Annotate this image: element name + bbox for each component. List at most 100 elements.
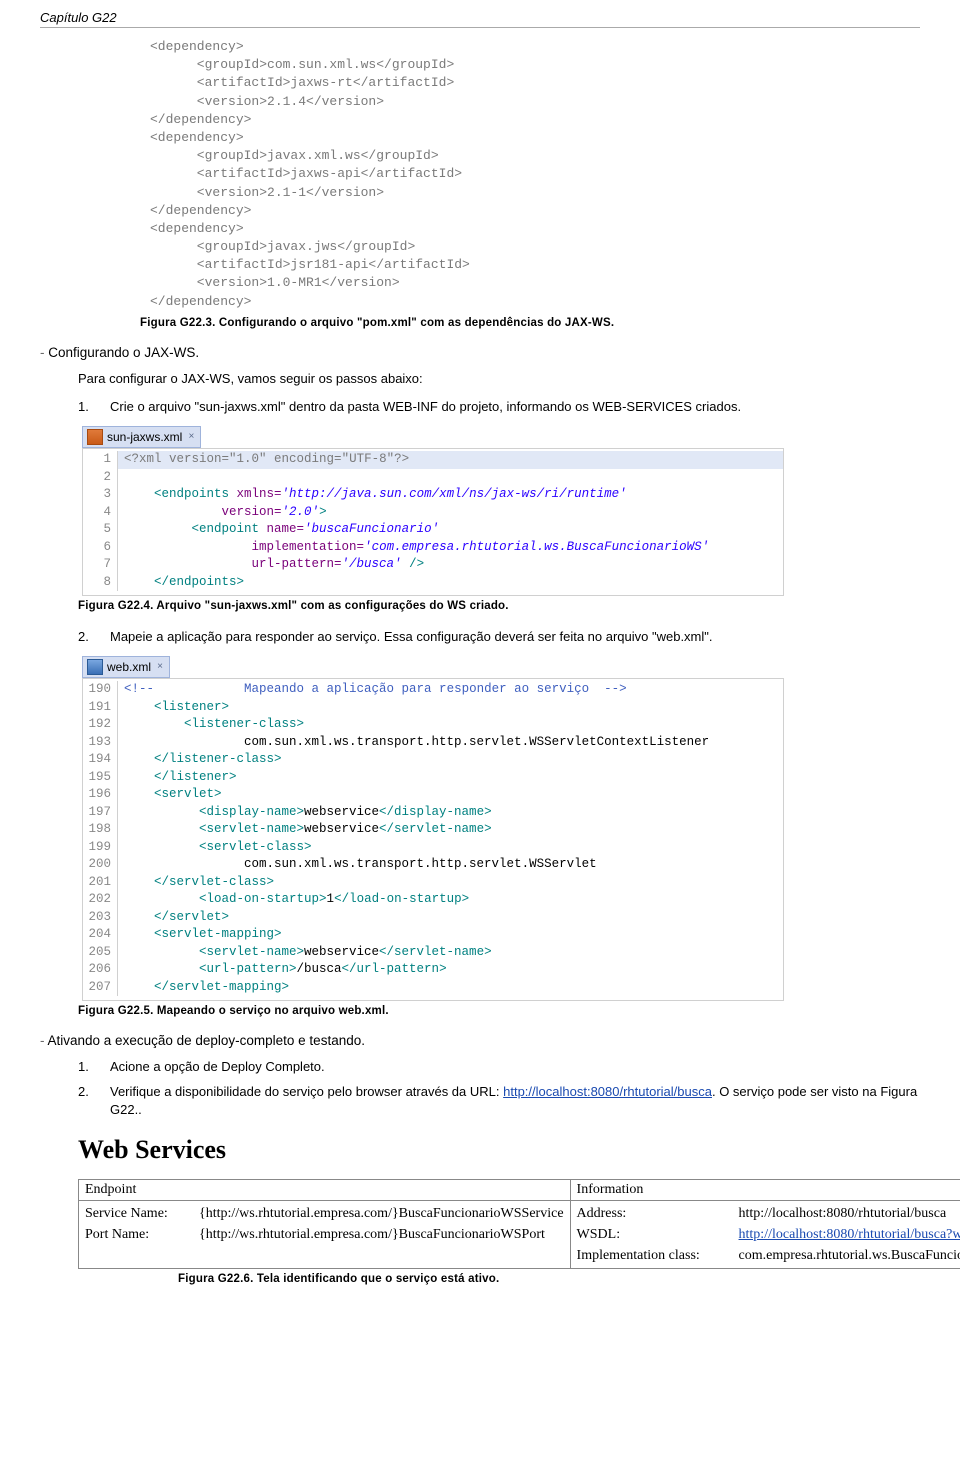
line-code: version='2.0'> bbox=[118, 504, 327, 522]
list-item-1: 1. Crie o arquivo "sun-jaxws.xml" dentro… bbox=[40, 398, 920, 416]
editor-tab[interactable]: web.xml × bbox=[82, 656, 170, 678]
line-number: 200 bbox=[83, 856, 118, 874]
editor-line: 4 version='2.0'> bbox=[83, 504, 783, 522]
section-title-text: Configurando o JAX-WS. bbox=[48, 345, 199, 360]
figure-caption-g22-5: Figura G22.5. Mapeando o serviço no arqu… bbox=[40, 1005, 920, 1017]
port-name-value: {http://ws.rhtutorial.empresa.com/}Busca… bbox=[199, 1224, 545, 1245]
list-item-2: 2. Mapeie a aplicação para responder ao … bbox=[40, 628, 920, 646]
editor-line: 199 <servlet-class> bbox=[83, 839, 783, 857]
line-code bbox=[118, 469, 124, 487]
section-title-text: Ativando a execução de deploy-completo e… bbox=[48, 1033, 365, 1048]
close-icon[interactable]: × bbox=[155, 662, 165, 672]
item4-before: Verifique a disponibilidade do serviço p… bbox=[110, 1084, 503, 1099]
list-text: Verifique a disponibilidade do serviço p… bbox=[110, 1083, 920, 1119]
list-number: 1. bbox=[78, 1058, 100, 1076]
list-text: Crie o arquivo "sun-jaxws.xml" dentro da… bbox=[110, 398, 741, 416]
line-number: 191 bbox=[83, 699, 118, 717]
editor-line: 205 <servlet-name>webservice</servlet-na… bbox=[83, 944, 783, 962]
line-number: 190 bbox=[83, 681, 118, 699]
web-services-table: Endpoint Information Service Name:{http:… bbox=[78, 1179, 960, 1269]
list-number: 2. bbox=[78, 628, 100, 646]
section-configurando-jaxws: - Configurando o JAX-WS. bbox=[40, 345, 920, 360]
editor-line: 204 <servlet-mapping> bbox=[83, 926, 783, 944]
editor-line: 193 com.sun.xml.ws.transport.http.servle… bbox=[83, 734, 783, 752]
line-number: 1 bbox=[83, 451, 118, 469]
line-number: 195 bbox=[83, 769, 118, 787]
editor-line: 200 com.sun.xml.ws.transport.http.servle… bbox=[83, 856, 783, 874]
line-number: 6 bbox=[83, 539, 118, 557]
chapter-header: Capítulo G22 bbox=[40, 0, 920, 28]
line-number: 8 bbox=[83, 574, 118, 592]
line-code: <servlet> bbox=[118, 786, 222, 804]
editor-line: 192 <listener-class> bbox=[83, 716, 783, 734]
line-number: 193 bbox=[83, 734, 118, 752]
line-code: </endpoints> bbox=[118, 574, 244, 592]
line-code: </servlet-class> bbox=[118, 874, 274, 892]
line-number: 194 bbox=[83, 751, 118, 769]
editor-line: 7 url-pattern='/busca' /> bbox=[83, 556, 783, 574]
editor-tab[interactable]: sun-jaxws.xml × bbox=[82, 426, 201, 448]
line-number: 3 bbox=[83, 486, 118, 504]
editor-web-xml: web.xml × 190<!-- Mapeando a aplicação p… bbox=[78, 656, 920, 1001]
impl-class-value: com.empresa.rhtutorial.ws.BuscaFuncionar… bbox=[739, 1245, 960, 1266]
editor-line: 195 </listener> bbox=[83, 769, 783, 787]
editor-line: 6 implementation='com.empresa.rhtutorial… bbox=[83, 539, 783, 557]
service-name-value: {http://ws.rhtutorial.empresa.com/}Busca… bbox=[199, 1203, 564, 1224]
line-code: </servlet-mapping> bbox=[118, 979, 289, 997]
line-code: <servlet-mapping> bbox=[118, 926, 282, 944]
line-code: <?xml version="1.0" encoding="UTF-8"?> bbox=[118, 451, 409, 469]
line-number: 203 bbox=[83, 909, 118, 927]
list-number: 1. bbox=[78, 398, 100, 416]
line-number: 201 bbox=[83, 874, 118, 892]
line-code: <endpoint name='buscaFuncionario' bbox=[118, 521, 439, 539]
line-number: 2 bbox=[83, 469, 118, 487]
line-number: 196 bbox=[83, 786, 118, 804]
line-number: 197 bbox=[83, 804, 118, 822]
editor-sun-jaxws: sun-jaxws.xml × 1<?xml version="1.0" enc… bbox=[78, 426, 920, 596]
editor-line: 194 </listener-class> bbox=[83, 751, 783, 769]
web-services-heading: Web Services bbox=[40, 1135, 920, 1165]
list-item-3: 1. Acione a opção de Deploy Completo. bbox=[40, 1058, 920, 1076]
service-url-link[interactable]: http://localhost:8080/rhtutorial/busca bbox=[503, 1084, 712, 1099]
list-text: Acione a opção de Deploy Completo. bbox=[110, 1058, 325, 1076]
line-code: <listener> bbox=[118, 699, 229, 717]
xml-file-icon bbox=[87, 429, 103, 445]
list-text: Mapeie a aplicação para responder ao ser… bbox=[110, 628, 713, 646]
editor-line: 206 <url-pattern>/busca</url-pattern> bbox=[83, 961, 783, 979]
editor-line: 190<!-- Mapeando a aplicação para respon… bbox=[83, 681, 783, 699]
editor-line: 3 <endpoints xmlns='http://java.sun.com/… bbox=[83, 486, 783, 504]
line-number: 5 bbox=[83, 521, 118, 539]
port-name-label: Port Name: bbox=[85, 1224, 175, 1245]
address-value: http://localhost:8080/rhtutorial/busca bbox=[739, 1203, 947, 1224]
line-number: 202 bbox=[83, 891, 118, 909]
line-number: 205 bbox=[83, 944, 118, 962]
close-icon[interactable]: × bbox=[186, 432, 196, 442]
editor-line: 202 <load-on-startup>1</load-on-startup> bbox=[83, 891, 783, 909]
line-number: 207 bbox=[83, 979, 118, 997]
line-code: </servlet> bbox=[118, 909, 229, 927]
line-code: <!-- Mapeando a aplicação para responder… bbox=[118, 681, 627, 699]
figure-caption-g22-6: Figura G22.6. Tela identificando que o s… bbox=[78, 1273, 920, 1285]
editor-line: 2 bbox=[83, 469, 783, 487]
line-code: <load-on-startup>1</load-on-startup> bbox=[118, 891, 469, 909]
figure-caption-g22-3: Figura G22.3. Configurando o arquivo "po… bbox=[40, 317, 920, 329]
line-code: </listener> bbox=[118, 769, 237, 787]
line-number: 204 bbox=[83, 926, 118, 944]
paragraph: Para configurar o JAX-WS, vamos seguir o… bbox=[40, 370, 920, 388]
editor-line: 196 <servlet> bbox=[83, 786, 783, 804]
line-number: 206 bbox=[83, 961, 118, 979]
wsdl-link[interactable]: http://localhost:8080/rhtutorial/busca?w… bbox=[739, 1224, 960, 1245]
line-code: <servlet-class> bbox=[118, 839, 312, 857]
line-code: <url-pattern>/busca</url-pattern> bbox=[118, 961, 447, 979]
impl-class-label: Implementation class: bbox=[577, 1245, 715, 1266]
editor-line: 1<?xml version="1.0" encoding="UTF-8"?> bbox=[83, 451, 783, 469]
service-name-label: Service Name: bbox=[85, 1203, 175, 1224]
editor-line: 207 </servlet-mapping> bbox=[83, 979, 783, 997]
dash-lead: - bbox=[40, 345, 48, 360]
line-code: implementation='com.empresa.rhtutorial.w… bbox=[118, 539, 709, 557]
editor-tab-label: web.xml bbox=[107, 660, 151, 674]
line-code: com.sun.xml.ws.transport.http.servlet.WS… bbox=[118, 856, 597, 874]
pom-xml-codeblock: <dependency> <groupId>com.sun.xml.ws</gr… bbox=[40, 38, 920, 311]
line-number: 198 bbox=[83, 821, 118, 839]
line-code: <servlet-name>webservice</servlet-name> bbox=[118, 944, 492, 962]
